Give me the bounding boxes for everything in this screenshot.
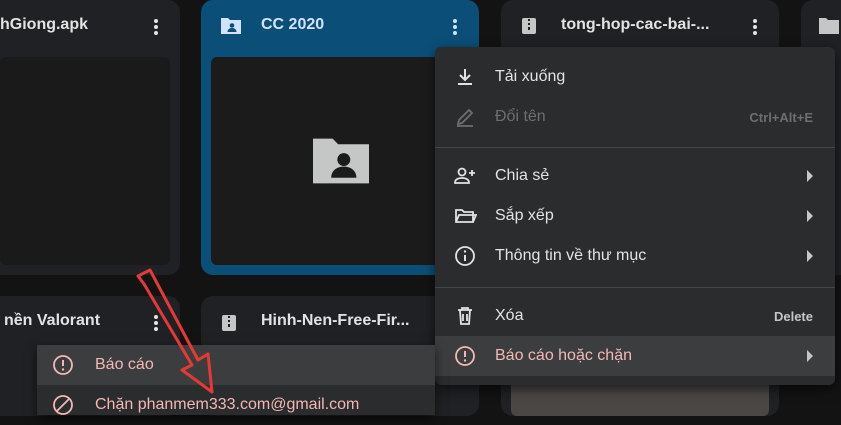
shared-folder-icon xyxy=(221,18,241,34)
file-card-apk[interactable]: hGiong.apk xyxy=(0,0,180,275)
shared-folder-icon xyxy=(313,138,369,184)
menu-item-folder-info[interactable]: Thông tin về thư mục xyxy=(435,236,835,276)
annotation-arrow-icon xyxy=(136,268,214,394)
report-icon xyxy=(455,346,475,366)
file-name: hGiong.apk xyxy=(0,16,88,33)
menu-item-share[interactable]: Chia sẻ xyxy=(435,156,835,196)
folder-open-icon xyxy=(455,209,477,223)
menu-item-download[interactable]: Tải xuống xyxy=(435,57,835,97)
report-icon xyxy=(53,355,73,375)
more-vert-icon[interactable] xyxy=(144,15,168,39)
menu-divider xyxy=(435,147,835,148)
chevron-right-icon xyxy=(807,350,813,362)
file-name: Hinh-Nen-Free-Fir... xyxy=(261,312,410,329)
context-menu: Tải xuống Đổi tên Ctrl+Alt+E Chia sẻ Sắp… xyxy=(435,47,835,385)
more-vert-icon[interactable] xyxy=(443,15,467,39)
file-name: nền Valorant xyxy=(4,312,101,329)
download-icon xyxy=(458,69,472,85)
menu-item-label: Tải xuống xyxy=(495,68,566,85)
person-add-icon xyxy=(454,167,475,184)
folder-name: CC 2020 xyxy=(261,16,325,33)
chevron-right-icon xyxy=(807,210,813,222)
chevron-right-icon xyxy=(807,170,813,182)
menu-item-label: Chia sẻ xyxy=(495,167,550,184)
menu-divider xyxy=(435,287,835,288)
block-icon xyxy=(53,395,73,415)
shortcut-label: Delete xyxy=(773,309,813,324)
info-icon xyxy=(455,246,475,266)
more-vert-icon[interactable] xyxy=(743,15,767,39)
menu-item-label: Thông tin về thư mục xyxy=(495,247,647,264)
menu-item-label: Xóa xyxy=(495,307,524,324)
menu-item-delete[interactable]: Xóa Delete xyxy=(435,296,835,336)
menu-item-label: Đổi tên xyxy=(495,108,546,125)
menu-item-organize[interactable]: Sắp xếp xyxy=(435,196,835,236)
menu-item-label: Báo cáo hoặc chặn xyxy=(495,347,632,364)
trash-icon xyxy=(458,307,472,325)
chevron-right-icon xyxy=(807,250,813,262)
edit-icon xyxy=(456,108,474,127)
menu-item-report-or-block[interactable]: Báo cáo hoặc chặn xyxy=(435,336,835,376)
file-name: tong-hop-cac-bai-... xyxy=(561,16,710,33)
menu-item-label: Sắp xếp xyxy=(495,207,554,224)
menu-item-rename[interactable]: Đổi tên Ctrl+Alt+E xyxy=(435,97,835,137)
shortcut-label: Ctrl+Alt+E xyxy=(749,110,813,125)
folder-thumbnail xyxy=(211,57,469,265)
file-thumbnail xyxy=(0,57,170,265)
zip-file-icon xyxy=(522,18,536,34)
shared-folder-icon xyxy=(819,18,839,34)
